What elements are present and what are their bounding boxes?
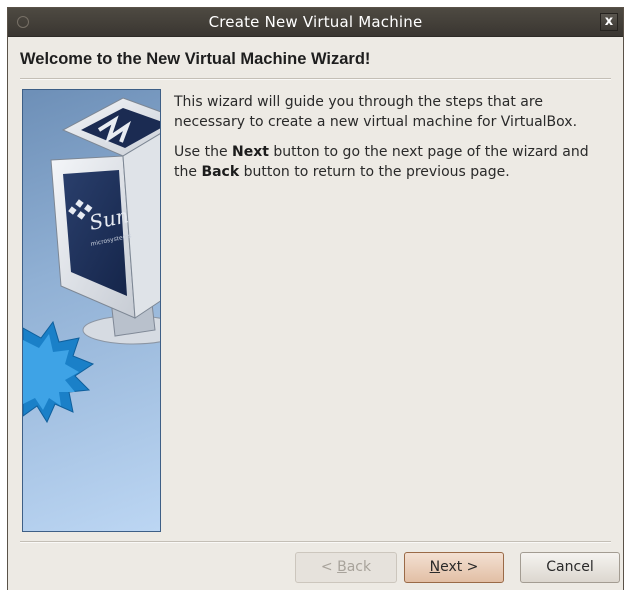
next-word: Next xyxy=(232,144,269,160)
page-heading: Welcome to the New Virtual Machine Wizar… xyxy=(20,50,371,68)
wizard-description: This wizard will guide you through the s… xyxy=(174,92,614,192)
navigation-paragraph: Use the Next button to go the next page … xyxy=(174,142,614,182)
virtualbox-side-image: Sun microsystems xyxy=(22,89,161,532)
title-bar[interactable]: Create New Virtual Machine x xyxy=(8,8,623,37)
cancel-button[interactable]: Cancel xyxy=(520,552,620,583)
next-button[interactable]: Next > xyxy=(404,552,504,583)
intro-paragraph: This wizard will guide you through the s… xyxy=(174,94,578,130)
next-button-mnemonic: N xyxy=(429,559,441,575)
back-button-prefix: < xyxy=(320,559,338,575)
virtualbox-sun-logo-icon: Sun microsystems xyxy=(23,97,160,424)
back-button-rest: ack xyxy=(346,559,372,575)
top-separator xyxy=(20,78,611,80)
nav-text-part1: Use the xyxy=(174,144,233,160)
bottom-separator xyxy=(20,541,611,543)
close-icon[interactable]: x xyxy=(600,13,618,31)
back-button-mnemonic: B xyxy=(337,559,347,575)
window-title: Create New Virtual Machine xyxy=(208,13,423,31)
back-button[interactable]: < Back xyxy=(295,552,397,583)
back-word: Back xyxy=(201,164,240,180)
nav-text-part3: button to return to the previous page. xyxy=(239,164,510,180)
wizard-window: Create New Virtual Machine x Welcome to … xyxy=(7,7,624,590)
next-button-rest: ext > xyxy=(440,559,479,575)
